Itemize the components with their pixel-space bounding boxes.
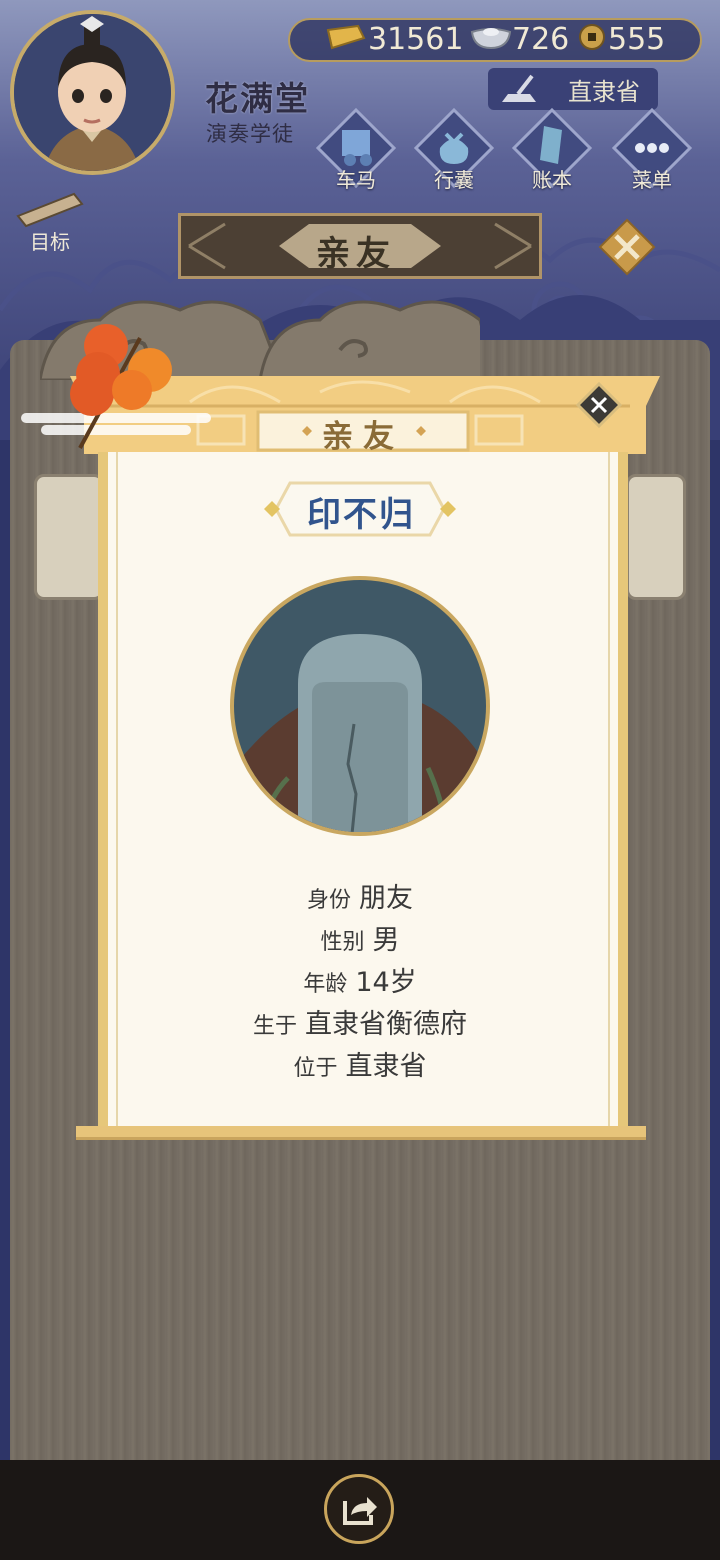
npc-name: 印不归: [307, 495, 415, 535]
share-icon: [343, 1497, 377, 1525]
info-row-location: 位于 直隶省: [0, 1044, 720, 1083]
player-name: 花满堂: [205, 79, 310, 118]
scroll-icon[interactable]: [10, 186, 90, 230]
share-button[interactable]: [324, 1474, 394, 1544]
gold-value: 31561: [368, 22, 464, 57]
identity-value: 朋友: [359, 883, 413, 914]
gold-ingot-icon: [326, 24, 366, 50]
player-avatar[interactable]: [10, 10, 175, 175]
location-label: 位于: [293, 1056, 338, 1081]
player-title: 演奏学徒: [206, 122, 294, 146]
nav-ledger-label: 账本: [532, 168, 572, 192]
nav-bag-label: 行囊: [434, 168, 474, 192]
silver-ingot-icon: [470, 28, 512, 50]
list-card-right[interactable]: [626, 474, 686, 600]
modal-close-icon[interactable]: [576, 382, 622, 428]
coin-value: 555: [608, 22, 666, 57]
age-value: 14岁: [355, 967, 417, 998]
info-row-identity: 身份 朋友: [0, 876, 720, 915]
gender-value: 男: [372, 925, 400, 956]
region-label: 直隶省: [568, 78, 640, 106]
modal-title: 亲友: [322, 419, 404, 455]
location-value: 直隶省: [345, 1051, 427, 1082]
nav-carriage-label: 车马: [336, 168, 376, 192]
candied-fruit-decoration: [21, 324, 211, 449]
gender-label: 性别: [320, 930, 365, 955]
location-icon: [502, 74, 536, 102]
info-row-gender: 性别男: [0, 918, 720, 957]
nav-menu-label: 菜单: [632, 168, 672, 192]
age-label: 年龄: [303, 972, 348, 997]
silver-value: 726: [512, 22, 570, 57]
identity-label: 身份: [306, 888, 351, 913]
info-row-age: 年龄 14岁: [0, 960, 720, 999]
close-icon[interactable]: [598, 218, 656, 276]
list-card-left[interactable]: [34, 474, 104, 600]
birthplace-label: 生于: [252, 1014, 297, 1039]
copper-coin-icon: [579, 24, 605, 50]
player-portrait-icon: [14, 14, 171, 171]
header-title: 亲友: [316, 234, 396, 274]
modal-bottom-rail: [76, 1126, 646, 1140]
goal-label[interactable]: 目标: [30, 226, 70, 255]
gravestone-icon: [230, 576, 490, 836]
birthplace-value: 直隶省衡德府: [305, 1009, 467, 1040]
info-row-birthplace: 生于 直隶省衡德府: [0, 1002, 720, 1041]
